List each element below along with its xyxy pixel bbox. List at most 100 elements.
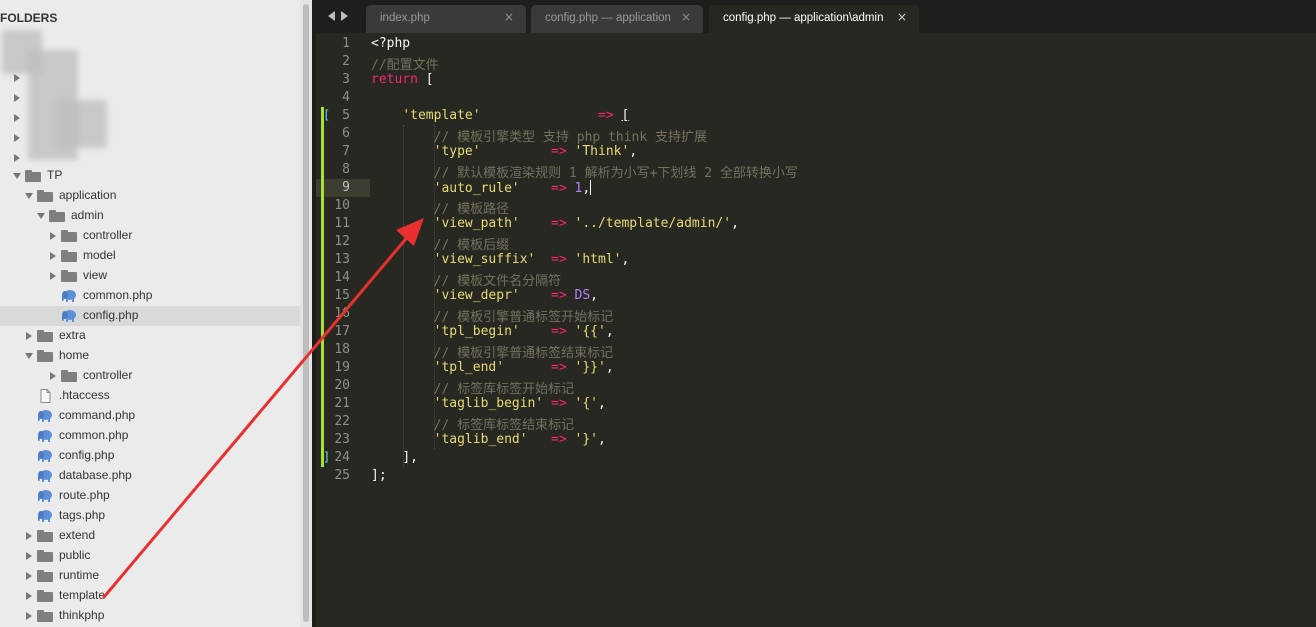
close-icon[interactable]: × <box>681 10 691 24</box>
folder-icon <box>37 530 53 542</box>
chevron-right-icon[interactable] <box>24 330 34 342</box>
code-editor[interactable]: 1 <?php 2//配置文件 3 return [4[5 'template' => … <box>316 33 1316 627</box>
tree-item-route-php[interactable]: route.php <box>0 486 300 506</box>
tree-item-redacted[interactable] <box>0 148 300 168</box>
tree-item-thinkphp[interactable]: thinkphp <box>0 606 300 626</box>
code-token: => <box>551 252 567 267</box>
chevron-right-icon[interactable] <box>24 550 34 562</box>
tree-item-application[interactable]: application <box>0 186 300 206</box>
tree-item-public[interactable]: public <box>0 546 300 566</box>
code-line[interactable]: 1 <?php <box>316 35 1316 53</box>
tree-item-model[interactable]: model <box>0 246 300 266</box>
tree-item-controller[interactable]: controller <box>0 226 300 246</box>
chevron-down-icon[interactable] <box>24 350 34 362</box>
tree-item-redacted[interactable] <box>0 88 300 108</box>
tree-item-controller[interactable]: controller <box>0 366 300 386</box>
tab-index-php[interactable]: index.php × <box>366 5 526 33</box>
tree-item-redacted[interactable] <box>0 128 300 148</box>
tree-item-database-php[interactable]: database.php <box>0 466 300 486</box>
code-line[interactable]: 19 'tpl_end' => '}}', <box>316 359 1316 377</box>
chevron-right-icon[interactable] <box>12 132 22 144</box>
tree-item-common-php[interactable]: common.php <box>0 426 300 446</box>
code-line[interactable]: 3 return [ <box>316 71 1316 89</box>
tree-item-runtime[interactable]: runtime <box>0 566 300 586</box>
chevron-down-icon[interactable] <box>36 210 46 222</box>
tree-item-label: controller <box>83 368 133 382</box>
code-line[interactable]: 4 <box>316 89 1316 107</box>
code-line[interactable]: 17 'tpl_begin' => '{{', <box>316 323 1316 341</box>
arrow-left-icon[interactable] <box>328 11 335 21</box>
code-line[interactable]: 7 'type' => 'Think', <box>316 143 1316 161</box>
tree-item-extend[interactable]: extend <box>0 526 300 546</box>
code-line[interactable]: 8 // 默认模板渲染规则 1 解析为小写+下划线 2 全部转换小写 <box>316 161 1316 181</box>
tree-item-admin[interactable]: admin <box>0 206 300 226</box>
code-line[interactable]: 18 // 模板引擎普通标签结束标记 <box>316 341 1316 361</box>
code-line[interactable]: [5 'template' => [ <box>316 107 1316 125</box>
code-line[interactable]: 2//配置文件 <box>316 53 1316 73</box>
code-line[interactable]: 16 // 模板引擎普通标签开始标记 <box>316 305 1316 325</box>
tree-item-view[interactable]: view <box>0 266 300 286</box>
line-number: 1 <box>342 36 350 51</box>
chevron-right-icon[interactable] <box>12 112 22 124</box>
code-line[interactable]: 10 // 模板路径 <box>316 197 1316 217</box>
code-line[interactable]: 13 'view_suffix' => 'html', <box>316 251 1316 269</box>
chevron-down-icon[interactable] <box>24 190 34 202</box>
code-line[interactable]: 14 // 模板文件名分隔符 <box>316 269 1316 289</box>
chevron-right-icon[interactable] <box>48 250 58 262</box>
arrow-right-icon[interactable] <box>341 11 348 21</box>
chevron-right-icon[interactable] <box>24 610 34 622</box>
code-line[interactable]: 6 // 模板引擎类型 支持 php think 支持扩展 <box>316 125 1316 145</box>
code-line[interactable]: 12 // 模板后缀 <box>316 233 1316 253</box>
tree-item-home[interactable]: home <box>0 346 300 366</box>
chevron-right-icon[interactable] <box>12 72 22 84</box>
tree-item-tp[interactable]: TP <box>0 166 300 186</box>
tree-item-redacted[interactable] <box>0 108 300 128</box>
code-line[interactable]: 21 'taglib_begin' => '{', <box>316 395 1316 413</box>
line-number: 21 <box>334 396 350 411</box>
line-number: 6 <box>342 126 350 141</box>
tree-item-common-php[interactable]: common.php <box>0 286 300 306</box>
sidebar-scrollbar-thumb[interactable] <box>303 4 309 622</box>
tab-config-php-application[interactable]: config.php — application × <box>531 5 703 33</box>
tree-item-config-php[interactable]: config.php <box>0 446 300 466</box>
chevron-right-icon[interactable] <box>48 270 58 282</box>
tree-item-command-php[interactable]: command.php <box>0 406 300 426</box>
code-line[interactable]: 22 // 标签库标签结束标记 <box>316 413 1316 433</box>
code-line[interactable]: 9 'auto_rule' => 1, <box>316 179 1316 197</box>
chevron-right-icon[interactable] <box>24 530 34 542</box>
code-text: ], <box>371 450 418 465</box>
tree-item-label: template <box>59 588 106 602</box>
code-text: 'view_suffix' => 'html', <box>371 252 630 267</box>
tree-item-htaccess[interactable]: .htaccess <box>0 386 300 406</box>
chevron-right-icon[interactable] <box>12 152 22 164</box>
chevron-right-icon[interactable] <box>24 570 34 582</box>
chevron-right-icon[interactable] <box>48 370 58 382</box>
chevron-right-icon[interactable] <box>48 230 58 242</box>
code-line[interactable]: ] 24 ], <box>316 449 1316 467</box>
code-line[interactable]: 11 'view_path' => '../template/admin/', <box>316 215 1316 233</box>
chevron-down-icon[interactable] <box>12 170 22 182</box>
code-line[interactable]: 25]; <box>316 467 1316 485</box>
code-line[interactable]: 15 'view_depr' => DS, <box>316 287 1316 305</box>
tree-item-redacted[interactable] <box>0 68 300 88</box>
tree-item-config-php[interactable]: config.php <box>0 306 300 326</box>
tree-item-label: extra <box>59 328 86 342</box>
code-line[interactable]: 20 // 标签库标签开始标记 <box>316 377 1316 397</box>
chevron-right-icon[interactable] <box>12 92 22 104</box>
line-number: 8 <box>342 162 350 177</box>
tree-item-tags-php[interactable]: tags.php <box>0 506 300 526</box>
code-text: <?php <box>371 36 410 51</box>
close-icon[interactable]: × <box>504 10 514 24</box>
code-text: 'taglib_end' => '}', <box>371 432 606 447</box>
tab-config-php-application-admin[interactable]: config.php — application\admin × <box>709 5 919 33</box>
tree-item-template[interactable]: template <box>0 586 300 606</box>
code-line[interactable]: 23 'taglib_end' => '}', <box>316 431 1316 449</box>
chevron-right-icon[interactable] <box>24 590 34 602</box>
tree-item-extra[interactable]: extra <box>0 326 300 346</box>
close-icon[interactable]: × <box>897 10 907 24</box>
